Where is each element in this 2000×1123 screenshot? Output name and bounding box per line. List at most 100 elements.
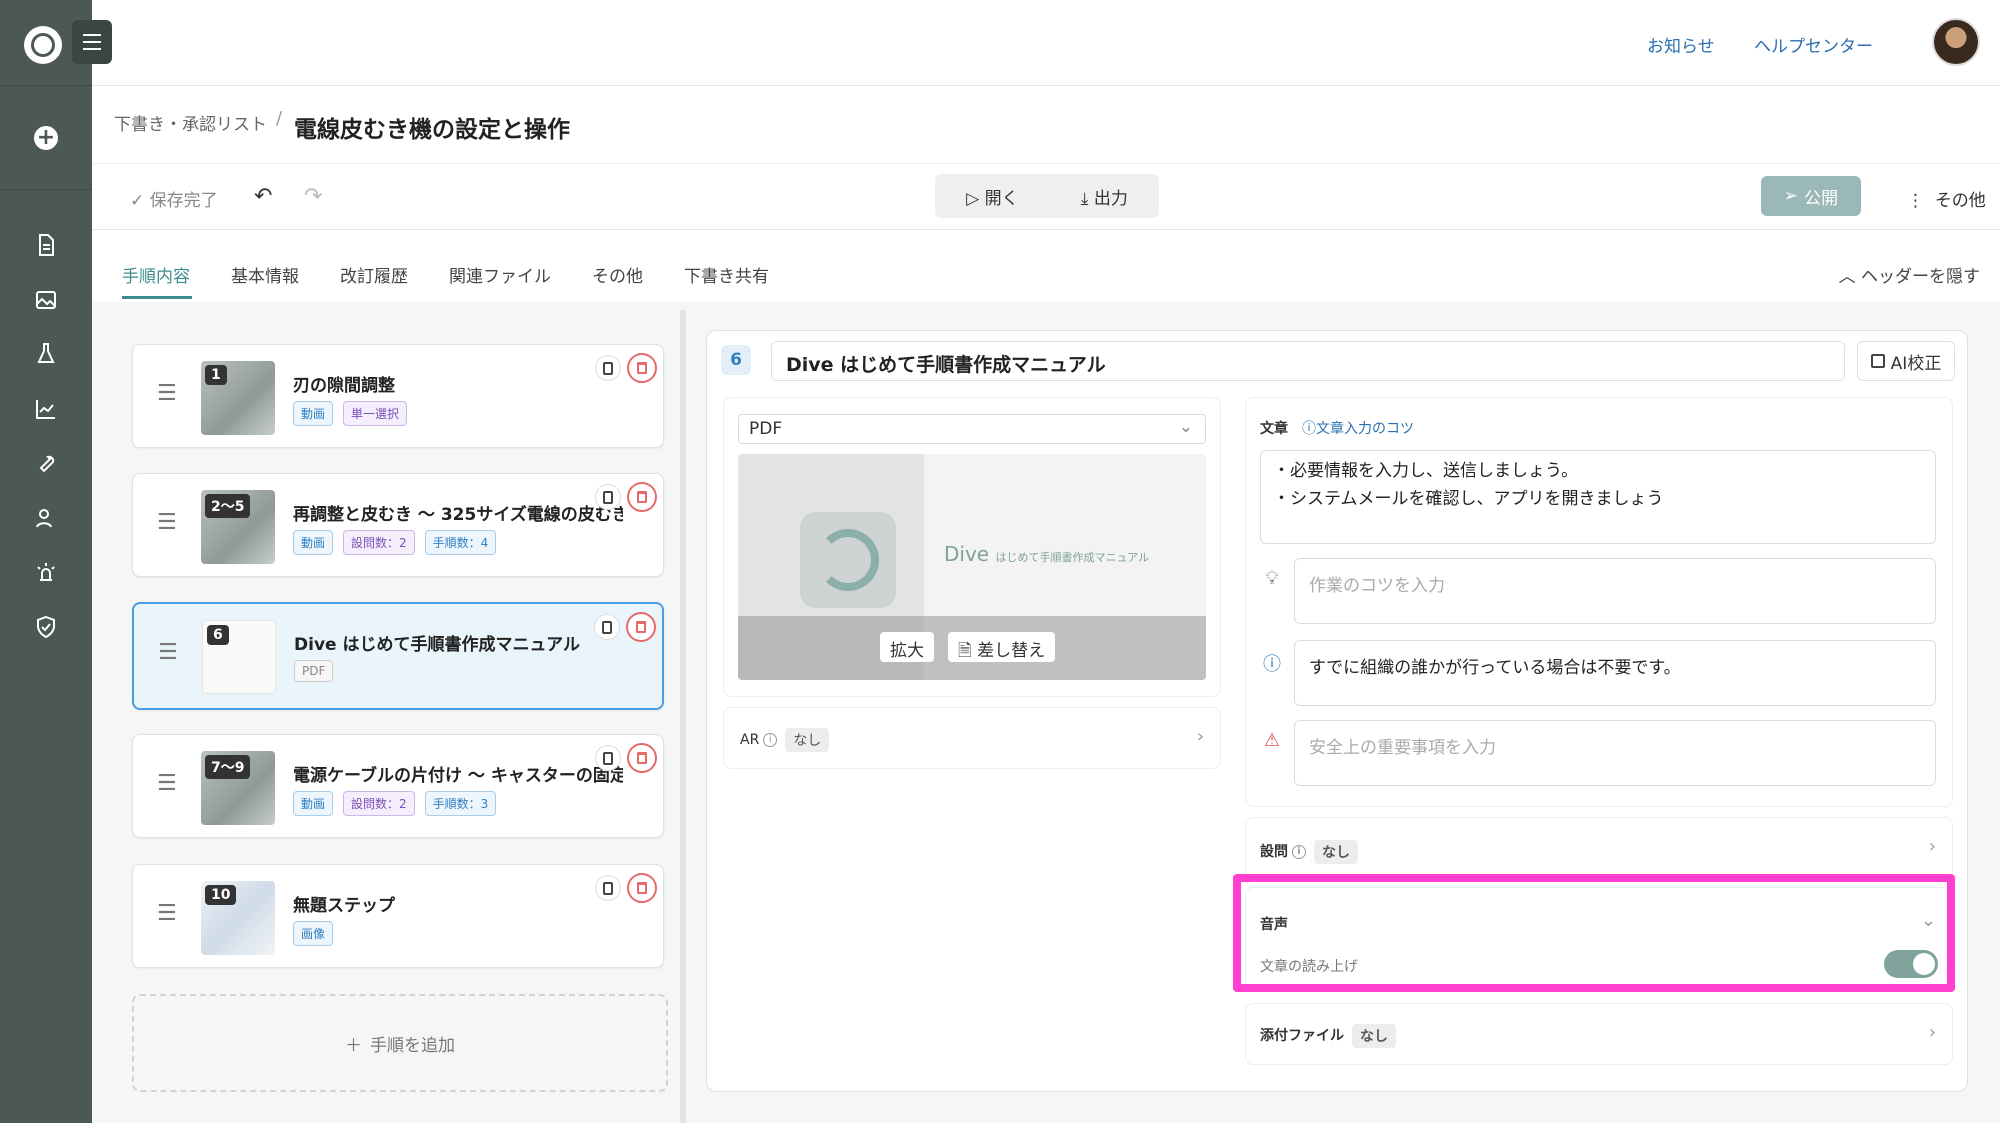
ai-proofread-label: AI校正: [1890, 353, 1942, 374]
chevron-right-icon: ›: [1928, 1022, 1936, 1043]
sidebar-top: [0, 0, 112, 86]
redo-icon[interactable]: ↷: [304, 184, 322, 209]
page-title: 電線皮むき機の設定と操作: [294, 117, 570, 143]
warning-input[interactable]: 安全上の重要事項を入力: [1294, 720, 1936, 786]
media-type-select[interactable]: PDF ⌄: [738, 414, 1206, 444]
export-button[interactable]: ⤓ 出力: [1081, 184, 1128, 209]
step-number-badge: 7～9: [205, 755, 251, 779]
step-card-selected[interactable]: ☰ 6 Dive はじめて手順書作成マニュアル PDF: [132, 602, 664, 710]
attachment-row[interactable]: 添付ファイル なし ›: [1245, 1003, 1953, 1065]
tab-other[interactable]: その他: [592, 262, 643, 287]
chevron-right-icon: ›: [1196, 726, 1204, 747]
info-circle-icon: ⓘ: [1263, 654, 1281, 675]
tag-video: 動画: [293, 791, 334, 816]
step-card[interactable]: ☰ 10 無題ステップ 画像: [132, 864, 664, 968]
sidebar-item-users[interactable]: [0, 491, 92, 546]
zoom-button[interactable]: 拡大: [880, 632, 934, 662]
text-line: ・システムメールを確認し、アプリを開きましょう: [1273, 489, 1664, 509]
sidebar-item-documents[interactable]: [0, 218, 92, 273]
step-number-badge: 6: [207, 625, 229, 645]
step-thumbnail: 6: [202, 620, 276, 694]
undo-icon[interactable]: ↶: [254, 184, 272, 209]
create-new-button[interactable]: +: [0, 86, 92, 190]
avatar[interactable]: [1932, 18, 1980, 66]
ai-proofread-button[interactable]: AI校正: [1857, 341, 1955, 381]
drag-handle-icon[interactable]: ☰: [157, 903, 177, 925]
tag-video: 動画: [293, 401, 334, 426]
tab-draft-share[interactable]: 下書き共有: [684, 262, 769, 287]
hamburger-menu-icon[interactable]: [72, 20, 112, 64]
chevron-down-icon[interactable]: ⌄: [1921, 910, 1936, 931]
check-icon: ✓: [130, 191, 145, 211]
replace-button[interactable]: 🗎 差し替え: [948, 632, 1056, 662]
copy-icon[interactable]: [595, 745, 621, 771]
trash-icon[interactable]: [626, 612, 656, 642]
step-title-input[interactable]: Dive はじめて手順書作成マニュアル: [771, 341, 1845, 381]
step-number-badge: 10: [205, 885, 237, 905]
preview-subtitle: はじめて手順書作成マニュアル: [995, 551, 1150, 564]
question-label: 設問: [1260, 844, 1288, 860]
sidebar-item-security[interactable]: [0, 600, 92, 655]
more-menu-button[interactable]: ⋮ その他: [1907, 186, 1986, 211]
step-tags: 動画 単一選択: [293, 401, 408, 426]
document-icon: [39, 234, 54, 257]
drag-handle-icon[interactable]: ☰: [158, 642, 178, 664]
drag-handle-icon[interactable]: ☰: [157, 383, 177, 405]
panel-splitter[interactable]: [680, 310, 686, 1123]
title-bar: 下書き・承認リスト / 電線皮むき機の設定と操作: [92, 86, 2000, 164]
tab-related-files[interactable]: 関連ファイル: [449, 262, 551, 287]
toolbar: ✓ 保存完了 ↶ ↷ ▷ 開く ⤓ 出力 ➢ 公開 ⋮ その他: [92, 164, 2000, 230]
pdf-preview: Dive はじめて手順書作成マニュアル 拡大 🗎 差し替え: [738, 454, 1206, 680]
sidebar-item-alerts[interactable]: [0, 545, 92, 600]
tab-revision-history[interactable]: 改訂履歴: [340, 262, 408, 287]
sidebar-item-images[interactable]: [0, 273, 92, 328]
trash-icon[interactable]: [627, 482, 657, 512]
sidebar-item-lab[interactable]: [0, 327, 92, 382]
notice-link[interactable]: お知らせ: [1647, 32, 1715, 57]
drag-handle-icon[interactable]: ☰: [157, 512, 177, 534]
step-list: ☰ 1 刃の隙間調整 動画 単一選択 ☰ 2～5 再調整と皮むき ～ 325サイ…: [92, 302, 680, 1123]
play-icon: ▷: [966, 188, 980, 209]
sidebar-item-tools[interactable]: [0, 436, 92, 491]
note-input[interactable]: すでに組織の誰かが行っている場合は不要です。: [1294, 640, 1936, 706]
add-step-label: 手順を追加: [370, 1035, 455, 1056]
copy-icon[interactable]: [595, 484, 621, 510]
sidebar-item-analytics[interactable]: [0, 382, 92, 437]
publish-button[interactable]: ➢ 公開: [1761, 176, 1861, 216]
info-icon[interactable]: i: [763, 733, 778, 747]
text-tips-link[interactable]: ⓘ文章入力のコツ: [1302, 418, 1414, 438]
tip-input[interactable]: 作業のコツを入力: [1294, 558, 1936, 624]
preview-brand: Dive: [944, 542, 990, 566]
step-card[interactable]: ☰ 2～5 再調整と皮むき ～ 325サイズ電線の皮むき 動画 設問数：2 手順…: [132, 473, 664, 577]
trash-icon[interactable]: [627, 353, 657, 383]
tip-field-row: 💡︎ 作業のコツを入力: [1260, 558, 1936, 624]
read-aloud-toggle[interactable]: [1884, 950, 1938, 978]
step-detail-panel: 6 Dive はじめて手順書作成マニュアル AI校正 PDF ⌄ Dive はじめ…: [706, 330, 1968, 1092]
open-button[interactable]: ▷ 開く: [966, 184, 1018, 209]
drag-handle-icon[interactable]: ☰: [157, 773, 177, 795]
question-row[interactable]: 設問 i なし ›: [1245, 817, 1953, 879]
trash-icon[interactable]: [627, 873, 657, 903]
step-number: 6: [721, 345, 751, 375]
copy-icon[interactable]: [595, 875, 621, 901]
tag-question-count: 設問数：2: [343, 530, 415, 555]
attachment-value: なし: [1352, 1024, 1396, 1048]
help-center-link[interactable]: ヘルプセンター: [1754, 32, 1873, 57]
copy-icon[interactable]: [595, 355, 621, 381]
tab-basic-info[interactable]: 基本情報: [231, 262, 299, 287]
trash-icon[interactable]: [627, 743, 657, 773]
ar-row[interactable]: AR i なし ›: [723, 707, 1221, 769]
hide-header-button[interactable]: ︿ ヘッダーを隠す: [1839, 262, 1980, 287]
copy-icon[interactable]: [594, 614, 620, 640]
text-label: 文章: [1260, 421, 1288, 437]
step-number-badge: 1: [205, 365, 227, 385]
add-step-button[interactable]: ＋ 手順を追加: [132, 994, 668, 1092]
tab-steps[interactable]: 手順内容: [122, 262, 190, 287]
step-card[interactable]: ☰ 1 刃の隙間調整 動画 単一選択: [132, 344, 664, 448]
breadcrumb[interactable]: 下書き・承認リスト: [114, 110, 267, 135]
step-tags: 画像: [293, 921, 334, 946]
info-icon[interactable]: i: [1292, 845, 1306, 859]
app-logo[interactable]: [24, 26, 62, 64]
step-card[interactable]: ☰ 7～9 電源ケーブルの片付け ～ キャスターの固定 動画 設問数：2 手順数…: [132, 734, 664, 838]
main-text-area[interactable]: ・必要情報を入力し、送信しましょう。 ・システムメールを確認し、アプリを開きまし…: [1260, 450, 1936, 544]
